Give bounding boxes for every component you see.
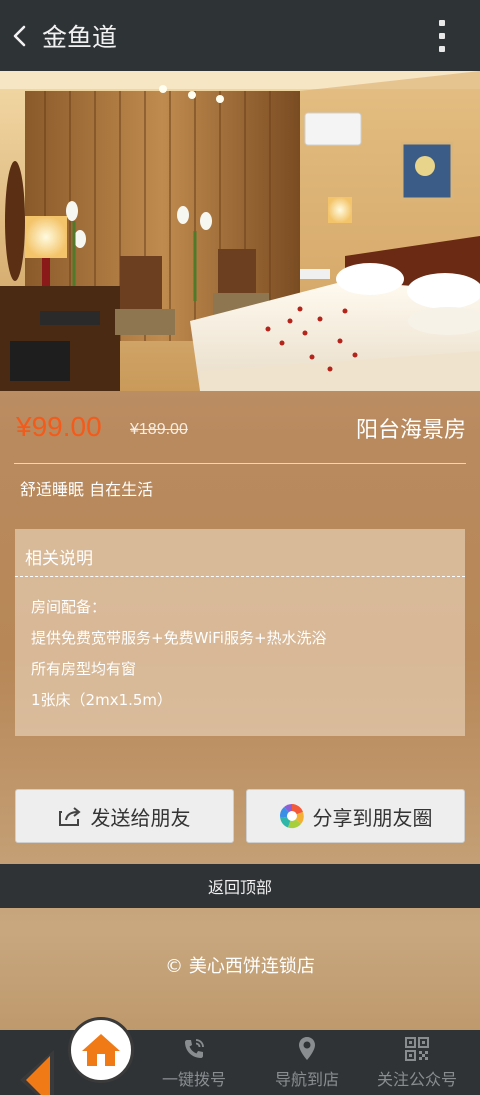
more-menu-button[interactable] [432, 20, 452, 52]
divider [14, 463, 466, 464]
price-row: ¥99.00 ¥189.00 阳台海景房 [0, 391, 480, 463]
more-dot-icon [439, 46, 445, 52]
original-price: ¥189.00 [130, 421, 188, 438]
nav-back-button[interactable] [14, 1046, 60, 1095]
follow-account-label: 关注公众号 [376, 1070, 457, 1089]
navigate-label: 导航到店 [274, 1070, 339, 1089]
more-dot-icon [439, 33, 445, 39]
follow-account-button[interactable]: 关注公众号 [362, 1036, 472, 1090]
description-line: 1张床（2mx1.5m） [31, 691, 173, 709]
dial-label: 一键拨号 [161, 1070, 226, 1089]
send-to-friend-button[interactable]: 发送给朋友 [15, 789, 234, 843]
back-to-top-button[interactable]: 返回顶部 [0, 864, 480, 908]
phone-icon [139, 1036, 249, 1062]
more-dot-icon [439, 20, 445, 26]
room-name: 阳台海景房 [355, 418, 466, 443]
navigate-button[interactable]: 导航到店 [252, 1036, 362, 1090]
description-line: 房间配备： [31, 598, 107, 616]
room-photo [0, 71, 480, 391]
home-button[interactable] [68, 1017, 134, 1083]
copyright-text: © 美心西饼连锁店 [165, 956, 315, 977]
current-price: ¥99.00 [16, 411, 102, 442]
send-to-friend-label: 发送给朋友 [90, 805, 191, 830]
back-arrow-icon [20, 1050, 54, 1095]
home-icon [82, 1034, 120, 1066]
top-bar: 金鱼道 [0, 0, 480, 71]
share-moments-button[interactable]: 分享到朋友圈 [246, 789, 465, 843]
description-title: 相关说明 [25, 549, 93, 569]
description-line: 提供免费宽带服务+免费WiFi服务+热水洗浴 [31, 629, 327, 647]
room-slogan: 舒适睡眠 自在生活 [20, 480, 154, 499]
page-title: 金鱼道 [42, 22, 118, 52]
share-moments-label: 分享到朋友圈 [312, 805, 433, 830]
qr-code-icon [362, 1036, 472, 1062]
share-arrow-icon [58, 806, 83, 826]
location-pin-icon [252, 1036, 362, 1062]
description-panel: 相关说明 房间配备： 提供免费宽带服务+免费WiFi服务+热水洗浴 所有房型均有… [15, 529, 465, 736]
description-line: 所有房型均有窗 [31, 660, 137, 678]
chevron-left-icon [13, 25, 26, 46]
back-button[interactable] [0, 0, 40, 71]
moments-aperture-icon [279, 803, 305, 829]
dial-button[interactable]: 一键拨号 [139, 1036, 249, 1090]
dashed-divider [15, 576, 465, 577]
description-lines: 房间配备： 提供免费宽带服务+免费WiFi服务+热水洗浴 所有房型均有窗 1张床… [31, 592, 327, 716]
